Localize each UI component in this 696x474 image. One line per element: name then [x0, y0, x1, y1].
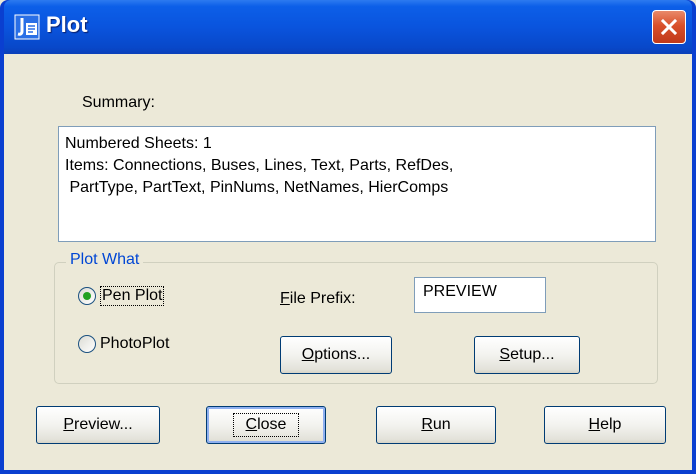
close-label: lose: [257, 416, 287, 433]
summary-line: Numbered Sheets: 1: [65, 135, 212, 152]
options-button[interactable]: Options...: [280, 336, 392, 374]
close-mnemonic: C: [245, 416, 258, 433]
plot-app-icon: [14, 14, 40, 40]
summary-label: Summary:: [82, 94, 155, 111]
dialog-body: Summary: Numbered Sheets: 1 Items: Conne…: [4, 54, 692, 470]
file-prefix-input[interactable]: PREVIEW: [414, 277, 546, 313]
summary-line: PartType, PartText, PinNums, NetNames, H…: [65, 179, 449, 196]
run-label: un: [432, 416, 451, 433]
summary-line: Items: Connections, Buses, Lines, Text, …: [65, 157, 454, 174]
preview-label: review...: [73, 416, 133, 433]
help-button[interactable]: Help: [544, 406, 666, 444]
options-mnemonic: O: [301, 346, 315, 363]
close-icon: [660, 18, 678, 36]
radio-checked-icon: [78, 287, 96, 305]
plot-what-legend: Plot What: [66, 251, 144, 269]
window-title: Plot: [46, 12, 88, 37]
setup-button[interactable]: Setup...: [474, 336, 580, 374]
options-label: ptions...: [314, 346, 371, 363]
plot-dialog: Plot Summary: Numbered Sheets: 1 Items: …: [0, 0, 696, 474]
summary-textbox[interactable]: Numbered Sheets: 1 Items: Connections, B…: [58, 126, 656, 242]
run-mnemonic: R: [421, 416, 433, 433]
setup-mnemonic: S: [499, 346, 511, 363]
title-bar[interactable]: Plot: [4, 0, 692, 54]
close-window-button[interactable]: [652, 10, 686, 44]
run-button[interactable]: Run: [376, 406, 496, 444]
photoplot-label: PhotoPlot: [100, 335, 170, 352]
help-mnemonic: H: [588, 416, 601, 433]
close-button[interactable]: Close: [206, 406, 326, 444]
setup-label: etup...: [510, 346, 555, 363]
file-prefix-label-text: ile Prefix:: [289, 290, 356, 307]
photoplot-radio[interactable]: PhotoPlot: [78, 335, 169, 353]
pen-plot-label: Pen Plot: [100, 286, 165, 306]
preview-button[interactable]: Preview...: [36, 406, 160, 444]
preview-mnemonic: P: [63, 416, 74, 433]
pen-plot-radio[interactable]: Pen Plot: [78, 286, 165, 306]
file-prefix-mnemonic: F: [280, 290, 290, 307]
file-prefix-label: File Prefix:: [280, 290, 356, 308]
radio-unchecked-icon: [78, 335, 96, 353]
help-label: elp: [600, 416, 622, 433]
